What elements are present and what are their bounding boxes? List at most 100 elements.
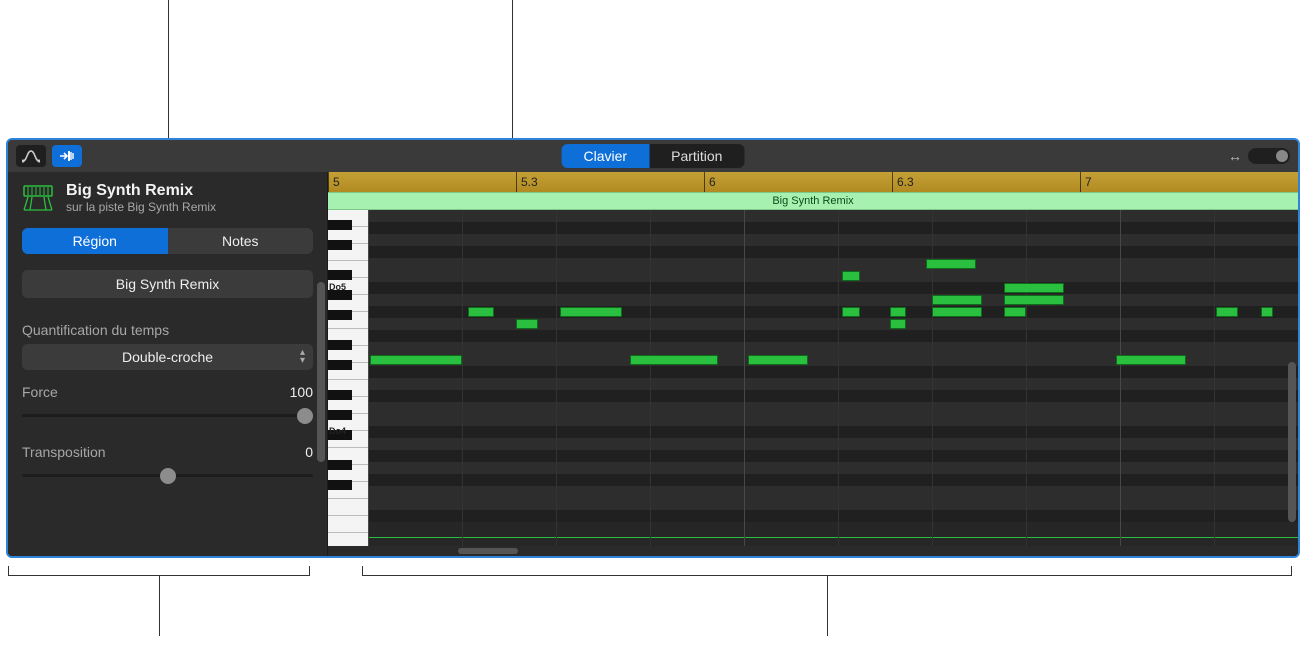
grid-vline xyxy=(744,210,745,546)
tab-clavier[interactable]: Clavier xyxy=(562,144,650,168)
piano-roll-editor-window: Clavier Partition ↔ xyxy=(6,138,1300,558)
inspector-scrollbar-thumb[interactable] xyxy=(317,282,325,462)
catch-playhead-icon xyxy=(58,149,76,163)
black-key[interactable] xyxy=(328,390,352,400)
grid-vline xyxy=(1026,210,1027,546)
quantize-value: Double-croche xyxy=(122,349,213,365)
region-strip[interactable]: Big Synth Remix xyxy=(328,192,1298,210)
midi-note[interactable] xyxy=(1004,307,1026,317)
horizontal-scrollbar-thumb[interactable] xyxy=(458,548,518,554)
time-ruler[interactable]: 5 5.3 6 6.3 7 xyxy=(328,172,1298,192)
grid-row xyxy=(368,210,1298,222)
grid-row xyxy=(368,318,1298,330)
piano-keyboard[interactable]: Do5Do4 xyxy=(328,210,368,546)
grid-row xyxy=(368,486,1298,498)
midi-note[interactable] xyxy=(1004,295,1064,305)
midi-note[interactable] xyxy=(926,259,976,269)
inspector-tabs: Région Notes xyxy=(22,228,313,254)
midi-note[interactable] xyxy=(1116,355,1186,365)
black-key[interactable] xyxy=(328,410,352,420)
grid-row xyxy=(368,246,1298,258)
grid-row xyxy=(368,222,1298,234)
midi-note[interactable] xyxy=(932,307,982,317)
midi-note[interactable] xyxy=(370,355,462,365)
black-key[interactable] xyxy=(328,340,352,350)
grid-bottom-marker xyxy=(368,537,1298,538)
automation-curve-button[interactable] xyxy=(16,145,46,167)
midi-note[interactable] xyxy=(1004,283,1064,293)
midi-note[interactable] xyxy=(468,307,494,317)
zoom-slider-thumb[interactable] xyxy=(1276,150,1288,162)
grid-vline xyxy=(462,210,463,546)
transposition-slider[interactable] xyxy=(22,466,313,484)
black-key[interactable] xyxy=(328,480,352,490)
midi-note[interactable] xyxy=(1261,307,1273,317)
midi-note[interactable] xyxy=(842,271,860,281)
white-key[interactable] xyxy=(328,516,368,533)
region-name-button[interactable]: Big Synth Remix xyxy=(22,270,313,298)
callout-line-top-center xyxy=(512,0,513,138)
callout-line-top-left xyxy=(168,0,169,138)
ruler-tick: 5 xyxy=(328,172,340,192)
editor-toolbar: Clavier Partition ↔ xyxy=(8,140,1298,172)
ruler-tick: 5.3 xyxy=(516,172,538,192)
black-key[interactable] xyxy=(328,240,352,250)
octave-label: Do5 xyxy=(329,282,346,292)
horizontal-scrollbar[interactable] xyxy=(328,546,1298,556)
inspector-tab-notes[interactable]: Notes xyxy=(168,228,314,254)
grid-vline xyxy=(1214,210,1215,546)
grid-row xyxy=(368,426,1298,438)
grid-vline xyxy=(838,210,839,546)
grid-row xyxy=(368,234,1298,246)
strength-slider-thumb[interactable] xyxy=(297,408,313,424)
catch-playhead-button[interactable] xyxy=(52,145,82,167)
black-key[interactable] xyxy=(328,360,352,370)
tab-partition[interactable]: Partition xyxy=(649,144,744,168)
grid-row xyxy=(368,402,1298,414)
vertical-scrollbar[interactable] xyxy=(1288,212,1296,544)
midi-note[interactable] xyxy=(516,319,538,329)
grid-row xyxy=(368,414,1298,426)
midi-note[interactable] xyxy=(748,355,808,365)
track-name-title: Big Synth Remix xyxy=(66,182,216,200)
strength-label: Force xyxy=(22,384,58,400)
ruler-tick: 6.3 xyxy=(892,172,914,192)
horizontal-zoom-control[interactable]: ↔ xyxy=(1228,148,1290,164)
zoom-horizontal-icon: ↔ xyxy=(1228,148,1242,164)
midi-note[interactable] xyxy=(560,307,622,317)
ruler-tick: 7 xyxy=(1080,172,1092,192)
strength-slider[interactable] xyxy=(22,406,313,424)
grid-row xyxy=(368,510,1298,522)
callout-bracket-inspector xyxy=(8,566,310,576)
midi-note[interactable] xyxy=(890,319,906,329)
ruler-tick: 6 xyxy=(704,172,716,192)
grid-row xyxy=(368,330,1298,342)
automation-icon xyxy=(22,149,40,163)
zoom-slider-track[interactable] xyxy=(1248,148,1290,164)
black-key[interactable] xyxy=(328,310,352,320)
quantize-select[interactable]: Double-croche ▴▾ xyxy=(22,344,313,370)
midi-note[interactable] xyxy=(1216,307,1238,317)
piano-roll-editor: 5 5.3 6 6.3 7 Big Synth Remix Do5Do4 xyxy=(328,172,1298,556)
white-key[interactable] xyxy=(328,499,368,516)
callout-stem-inspector xyxy=(159,576,160,636)
synth-track-icon xyxy=(22,184,54,212)
white-key[interactable] xyxy=(328,533,368,546)
midi-note[interactable] xyxy=(842,307,860,317)
black-key[interactable] xyxy=(328,460,352,470)
callout-bracket-editor xyxy=(362,566,1292,576)
grid-row xyxy=(368,366,1298,378)
inspector-header: Big Synth Remix sur la piste Big Synth R… xyxy=(8,172,327,222)
midi-note[interactable] xyxy=(932,295,982,305)
note-grid[interactable] xyxy=(368,210,1298,546)
vertical-scrollbar-thumb[interactable] xyxy=(1288,362,1296,522)
midi-note[interactable] xyxy=(890,307,906,317)
midi-note[interactable] xyxy=(630,355,718,365)
grid-row xyxy=(368,474,1298,486)
inspector-scrollbar[interactable] xyxy=(317,282,325,542)
transposition-slider-thumb[interactable] xyxy=(160,468,176,484)
black-key[interactable] xyxy=(328,220,352,230)
black-key[interactable] xyxy=(328,270,352,280)
grid-vline xyxy=(368,210,369,546)
inspector-tab-region[interactable]: Région xyxy=(22,228,168,254)
